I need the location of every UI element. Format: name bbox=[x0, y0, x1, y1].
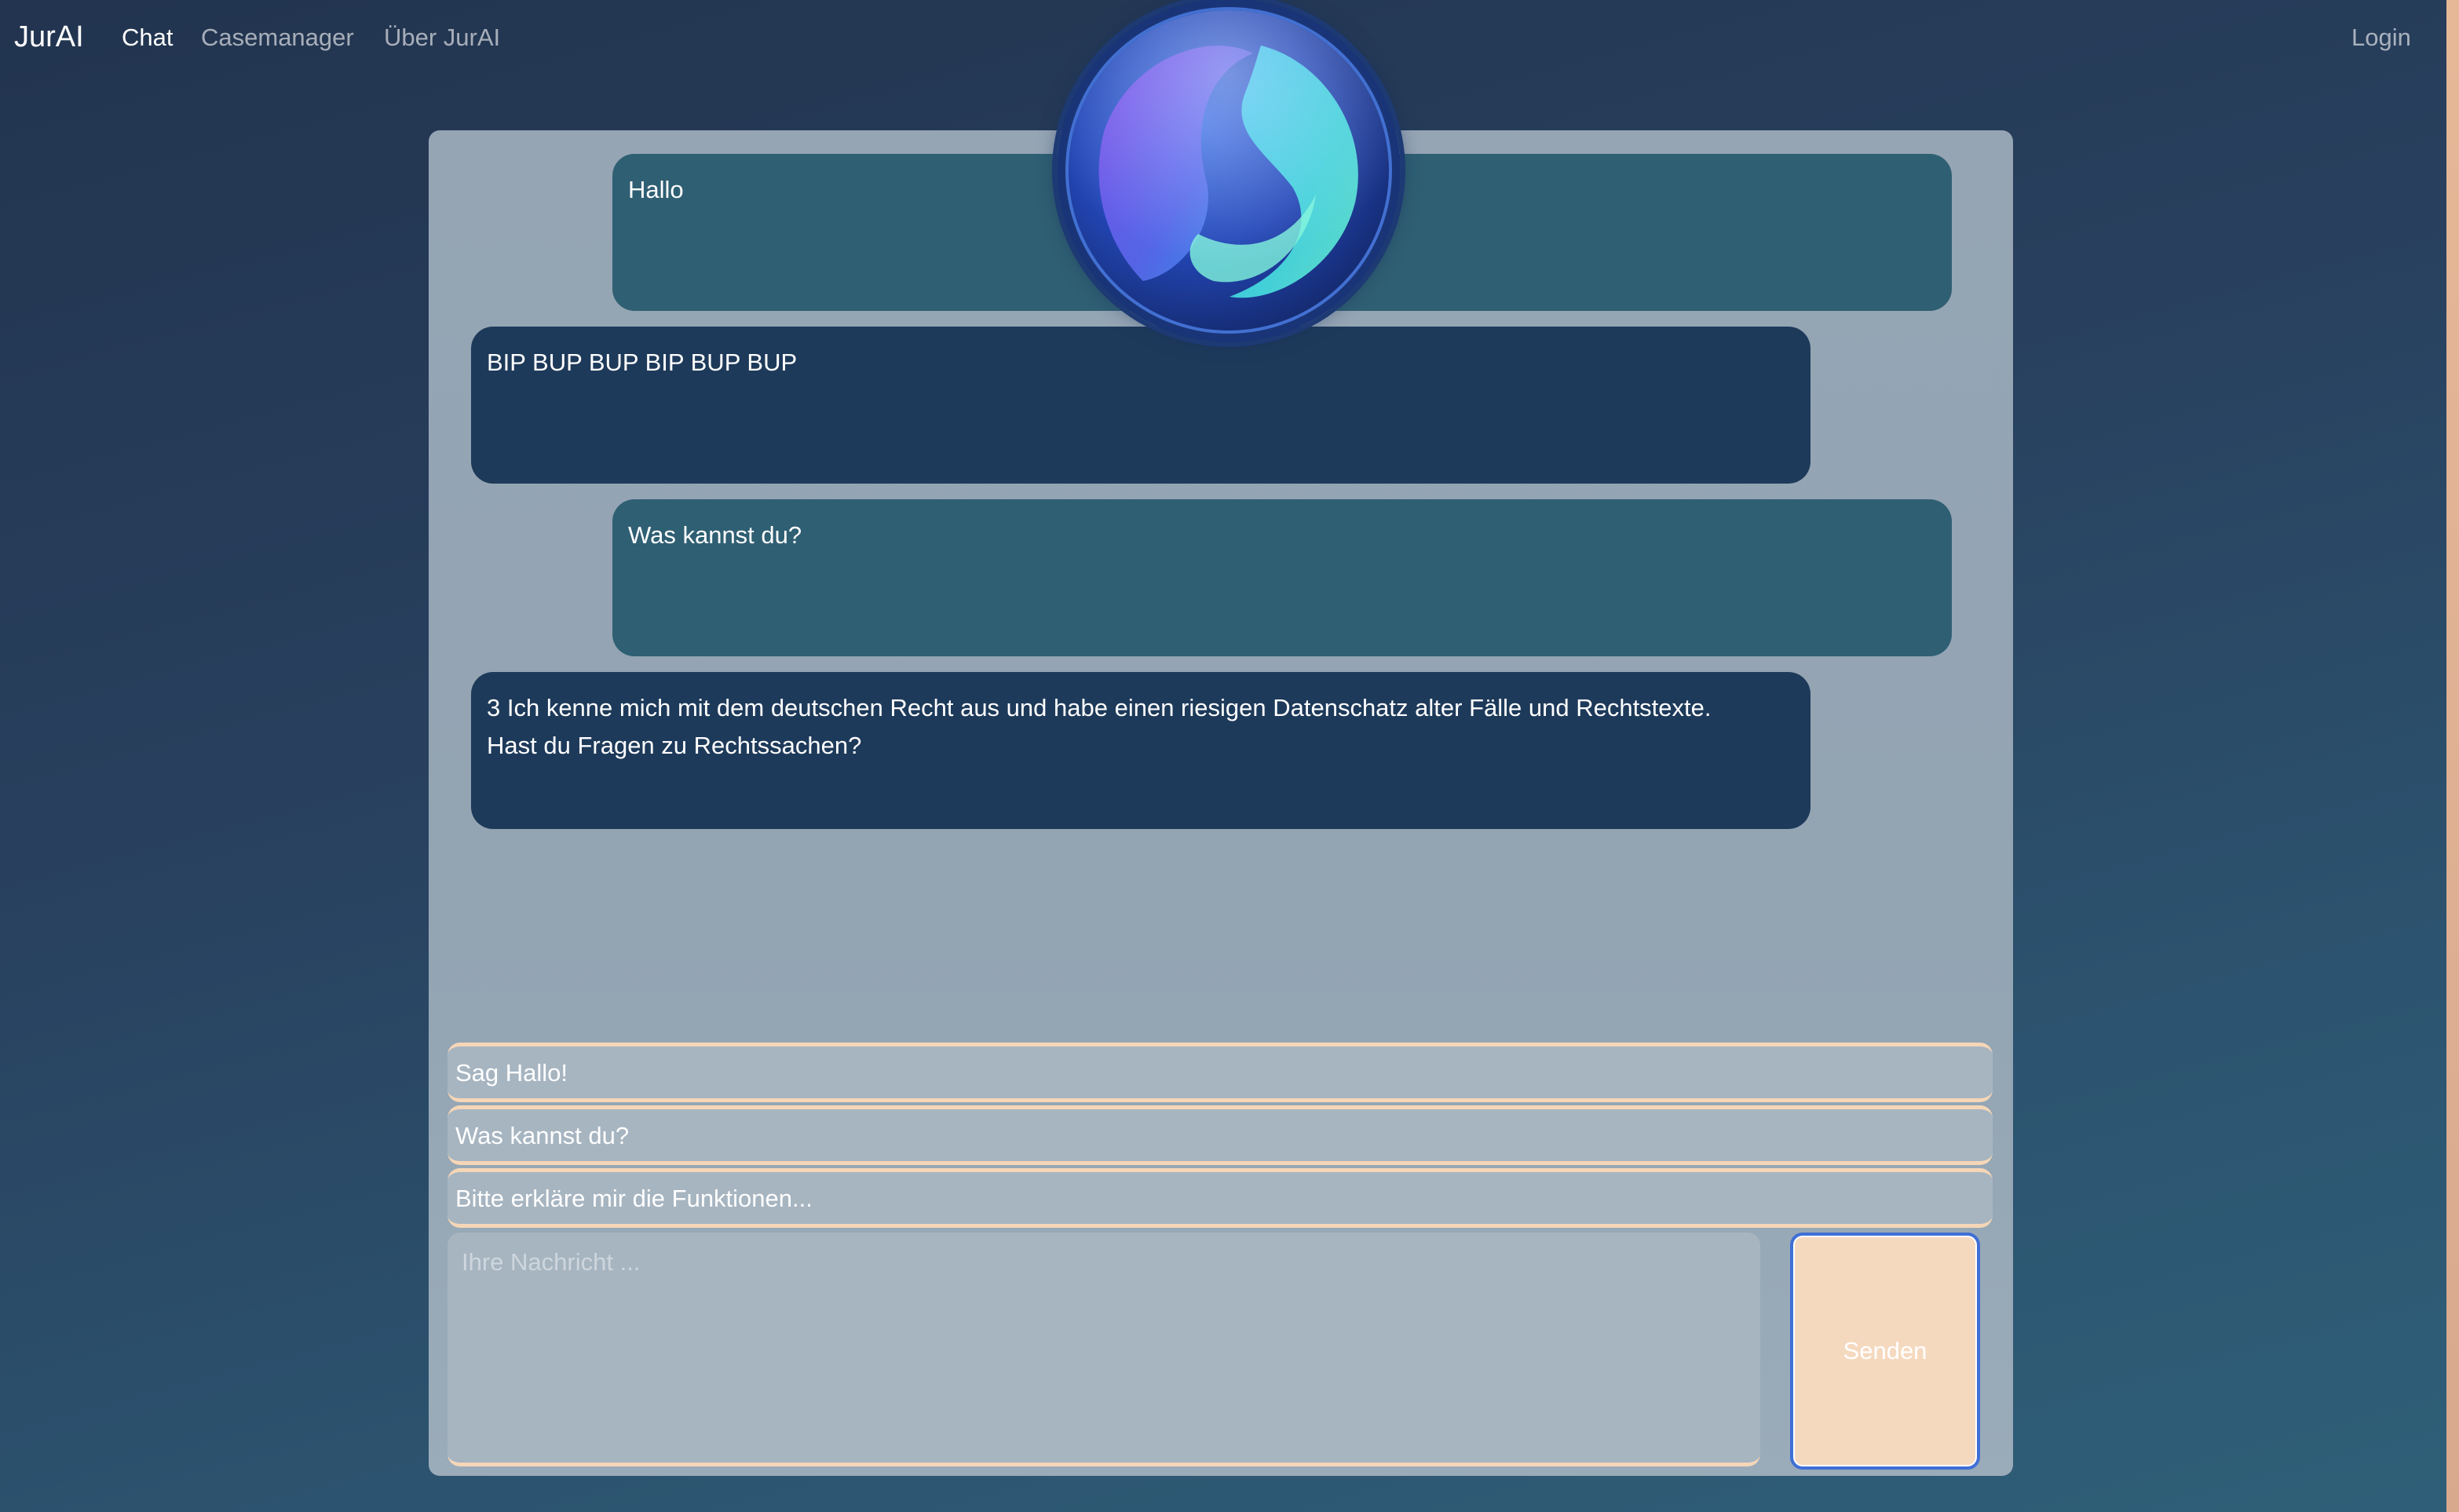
suggestion-button[interactable]: Was kannst du? bbox=[448, 1105, 1993, 1165]
message-text: Hallo bbox=[628, 176, 684, 203]
suggestion-button[interactable]: Bitte erkläre mir die Funktionen... bbox=[448, 1168, 1993, 1228]
message-text-line: Hast du Fragen zu Rechtssachen? bbox=[487, 732, 862, 759]
message-bot: BIP BUP BUP BIP BUP BUP bbox=[471, 327, 1810, 484]
nav-casemanager[interactable]: Casemanager bbox=[201, 24, 354, 52]
brand-logo[interactable]: JurAI bbox=[14, 20, 84, 54]
send-button[interactable]: Senden bbox=[1790, 1233, 1980, 1470]
login-link[interactable]: Login bbox=[2351, 24, 2411, 52]
message-text: Was kannst du? bbox=[628, 521, 802, 549]
nav-chat[interactable]: Chat bbox=[122, 24, 173, 52]
message-input[interactable] bbox=[448, 1233, 1760, 1466]
message-text: BIP BUP BUP BIP BUP BUP bbox=[487, 349, 798, 376]
suggestion-button[interactable]: Sag Hallo! bbox=[448, 1043, 1993, 1102]
nav-about[interactable]: Über JurAI bbox=[384, 24, 500, 52]
page-edge-strip bbox=[2446, 0, 2459, 1512]
message-bot: 3 Ich kenne mich mit dem deutschen Recht… bbox=[471, 672, 1810, 829]
message-text-line: 3 Ich kenne mich mit dem deutschen Recht… bbox=[487, 694, 1712, 721]
ai-orb-icon bbox=[1057, 0, 1401, 342]
message-user: Was kannst du? bbox=[612, 499, 1952, 656]
